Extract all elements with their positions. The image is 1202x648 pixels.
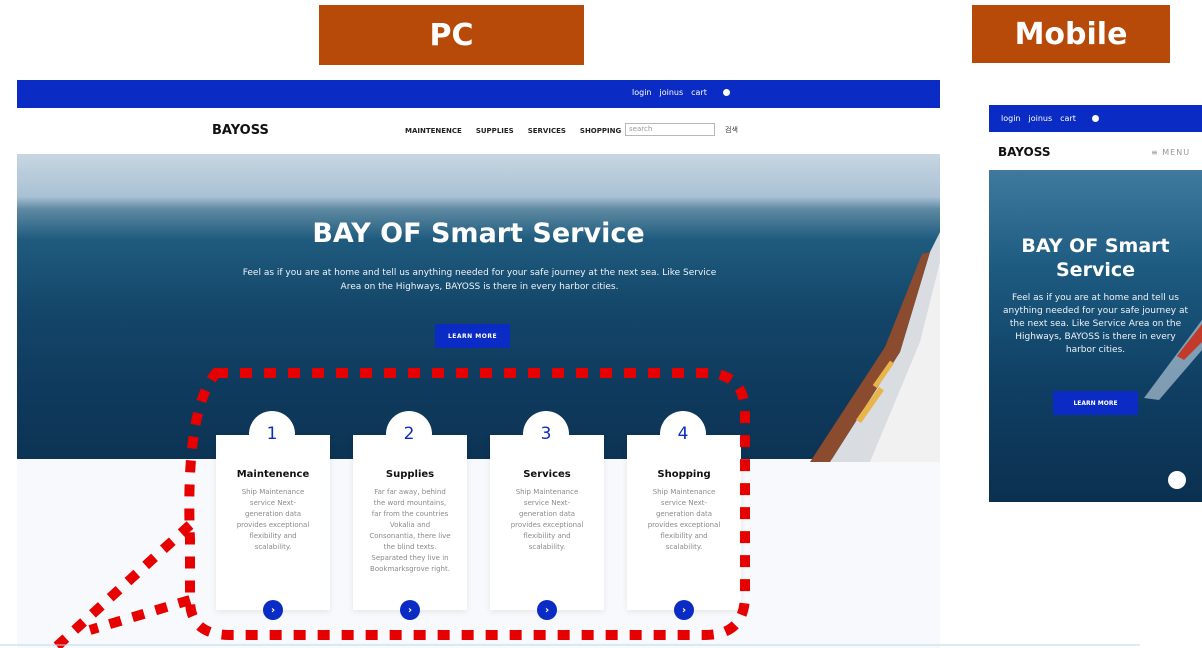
hero-title: BAY OF Smart Service (312, 218, 645, 249)
mobile-learn-more-button[interactable]: LEARN MORE (1053, 391, 1138, 415)
cart-link[interactable]: cart (1060, 114, 1076, 123)
card-description: Ship Maintenance service Next-generation… (236, 488, 310, 551)
menu-item-maintenence[interactable]: MAINTENENCE (405, 127, 462, 135)
menu-toggle-button[interactable]: ≡ MENU (1151, 148, 1190, 157)
mobile-hero-title: BAY OF Smart Service (1021, 235, 1170, 281)
pc-mockup: login joinus cart BAYOSS MAINTENENCE SUP… (17, 80, 940, 648)
card-description: Ship Maintenance service Next-generation… (510, 488, 584, 551)
hero-banner: BAY OF Smart Service Feel as if you are … (17, 154, 940, 462)
mobile-hero-banner: BAY OF Smart Service Feel as if you are … (989, 170, 1202, 502)
card-title: Shopping (657, 469, 711, 480)
menu-item-shopping[interactable]: SHOPPING (580, 127, 621, 135)
mobile-top-bar: login joinus cart (989, 105, 1202, 132)
logo[interactable]: BAYOSS (212, 123, 269, 138)
learn-more-button[interactable]: LEARN MORE (435, 324, 510, 348)
cart-link[interactable]: cart (691, 88, 707, 97)
login-link[interactable]: login (632, 88, 652, 97)
chevron-right-icon[interactable]: › (263, 600, 283, 620)
cruise-ship-image (810, 232, 940, 462)
card-number: 4 (660, 411, 706, 457)
hero-text: Feel as if you are at home and tell us a… (242, 268, 717, 292)
card-title: Services (523, 469, 571, 480)
service-card-maintenence: 1 Maintenence Ship Maintenance service N… (216, 411, 330, 620)
joinus-link[interactable]: joinus (1029, 114, 1053, 123)
mobile-label: Mobile (972, 5, 1170, 63)
chevron-right-icon[interactable]: › (674, 600, 694, 620)
service-card-services: 3 Services Ship Maintenance service Next… (490, 411, 604, 620)
service-card-shopping: 4 Shopping Ship Maintenance service Next… (627, 411, 741, 620)
card-description: Far far away, behind the word mountains,… (369, 488, 451, 573)
card-number: 2 (386, 411, 432, 457)
card-title: Maintenence (236, 469, 310, 480)
mobile-mockup: login joinus cart BAYOSS ≡ MENU BAY OF S… (989, 105, 1202, 502)
login-link[interactable]: login (1001, 114, 1021, 123)
search-input[interactable]: search (625, 123, 715, 136)
menu-item-services[interactable]: SERVICES (528, 127, 566, 135)
chat-icon[interactable] (1168, 471, 1186, 489)
chevron-right-icon[interactable]: › (537, 600, 557, 620)
search-button[interactable]: 검색 (725, 125, 738, 135)
globe-icon[interactable] (1091, 115, 1099, 122)
pc-top-bar: login joinus cart (17, 80, 940, 108)
card-title: Supplies (385, 469, 435, 480)
chevron-right-icon[interactable]: › (400, 600, 420, 620)
card-number: 1 (249, 411, 295, 457)
menu-item-supplies[interactable]: SUPPLIES (476, 127, 514, 135)
service-card-supplies: 2 Supplies Far far away, behind the word… (353, 411, 467, 620)
main-menu: MAINTENENCE SUPPLIES SERVICES SHOPPING (405, 127, 621, 135)
card-number: 3 (523, 411, 569, 457)
mobile-navbar: BAYOSS ≡ MENU (989, 132, 1202, 170)
globe-icon[interactable] (722, 89, 730, 96)
logo[interactable]: BAYOSS (998, 145, 1051, 159)
pc-label: PC (319, 5, 584, 65)
pc-navbar: BAYOSS MAINTENENCE SUPPLIES SERVICES SHO… (17, 108, 940, 154)
joinus-link[interactable]: joinus (660, 88, 684, 97)
mobile-hero-text: Feel as if you are at home and tell us a… (1003, 293, 1188, 355)
card-description: Ship Maintenance service Next-generation… (647, 488, 721, 551)
